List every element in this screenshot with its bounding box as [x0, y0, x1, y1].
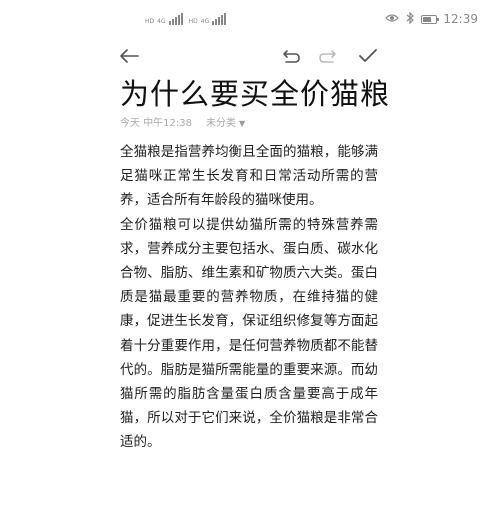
eye-icon	[385, 12, 400, 26]
note-date: 今天 中午12:38	[120, 118, 192, 129]
category-selector[interactable]: 未分类 ▼	[206, 114, 245, 129]
sim1-signal: HD 4G	[145, 13, 183, 25]
signal-indicators: HD 4G HD 4G	[145, 10, 227, 28]
status-right: 12:39	[385, 10, 478, 28]
signal-bars-icon	[212, 13, 227, 25]
note-title[interactable]: 为什么要买全价猫粮	[120, 74, 390, 114]
clock: 12:39	[443, 12, 478, 26]
sim2-signal: HD 4G	[189, 13, 227, 25]
status-bar: HD 4G HD 4G 12:39	[0, 0, 500, 36]
editor-toolbar	[0, 36, 500, 76]
back-button[interactable]	[117, 44, 141, 68]
done-button[interactable]	[356, 44, 380, 68]
bluetooth-icon	[405, 11, 415, 27]
note-body[interactable]: 全猫粮是指营养均衡且全面的猫粮，能够满足猫咪正常生长发育和日常活动所需的营养，适…	[120, 140, 378, 455]
check-icon	[358, 48, 378, 64]
signal-bars-icon	[168, 13, 183, 25]
redo-button[interactable]	[316, 44, 340, 68]
note-meta: 今天 中午12:38 未分类 ▼	[120, 114, 245, 129]
note-paragraph: 全猫粮是指营养均衡且全面的猫粮，能够满足猫咪正常生长发育和日常活动所需的营养，适…	[120, 144, 378, 209]
hd-tag: HD	[145, 18, 155, 25]
redo-icon	[318, 48, 338, 64]
hd-tag: HD	[188, 18, 198, 25]
network-type-label: 4G	[157, 18, 166, 25]
network-type-label: 4G	[200, 18, 210, 25]
undo-icon	[281, 48, 301, 64]
dropdown-triangle-icon: ▼	[239, 119, 246, 128]
category-label: 未分类	[206, 118, 236, 129]
back-arrow-icon	[119, 48, 139, 64]
battery-icon	[421, 14, 440, 24]
note-paragraph: 全价猫粮可以提供幼猫所需的特殊营养需求，营养成分主要包括水、蛋白质、碳水化合物、…	[120, 216, 378, 451]
undo-button[interactable]	[279, 44, 303, 68]
